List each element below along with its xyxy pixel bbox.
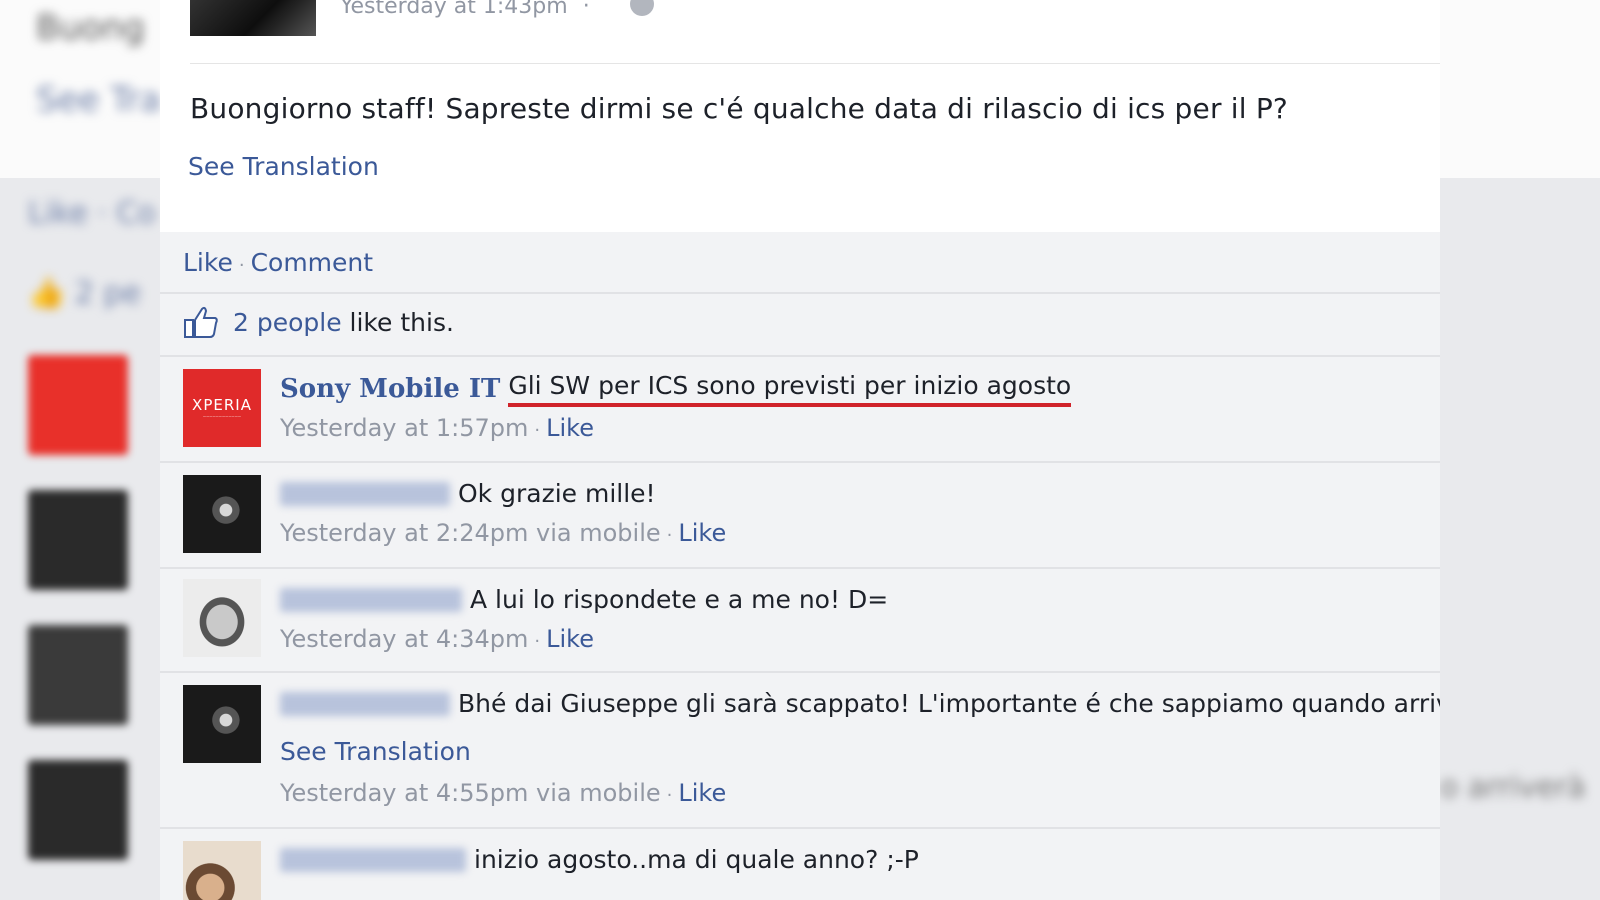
bg-blur-text: o arriverà <box>1440 770 1586 805</box>
post-actions: Like · Comment <box>183 248 373 277</box>
comment-meta: Yesterday at 4:55pm via mobile · Like <box>280 779 726 807</box>
like-link[interactable]: Like <box>183 248 233 277</box>
likes-summary: 2 people like this. <box>183 305 454 339</box>
comment-text: A lui lo rispondete e a me no! D= <box>470 585 889 614</box>
separator-dot: · <box>534 631 541 652</box>
comment-like-link[interactable]: Like <box>546 625 594 653</box>
comment-line: Ok grazie mille! <box>280 479 656 508</box>
comment-meta: Yesterday at 2:24pm via mobile · Like <box>280 519 726 547</box>
comment-text: Bhé dai Giuseppe gli sarà scappato! L'im… <box>458 689 1440 718</box>
xperia-logo-text: XPERIA <box>192 396 252 414</box>
comment-line: Sony Mobile IT Gli SW per ICS sono previ… <box>280 371 1072 407</box>
blurred-author-name[interactable] <box>280 481 450 506</box>
bg-avatar <box>28 490 128 590</box>
comment-text: Ok grazie mille! <box>458 479 656 508</box>
comment-meta: Yesterday at 4:34pm · Like <box>280 625 594 653</box>
comment-author-link[interactable]: Sony Mobile IT <box>280 374 500 404</box>
comment-line: Bhé dai Giuseppe gli sarà scappato! L'im… <box>280 689 1440 718</box>
comment-like-link[interactable]: Like <box>678 519 726 547</box>
comment-timestamp[interactable]: Yesterday at 4:34pm <box>280 625 528 653</box>
blurred-author-name[interactable] <box>280 847 466 872</box>
see-translation-link[interactable]: See Translation <box>280 737 471 766</box>
post-text: Buongiorno staff! Sapreste dirmi se c'é … <box>190 92 1288 125</box>
comment-text: inizio agosto..ma di quale anno? ;-P <box>474 845 919 874</box>
separator-dot: · <box>666 785 673 806</box>
globe-icon <box>630 0 654 16</box>
comment-like-link[interactable]: Like <box>546 414 594 442</box>
bg-avatar <box>28 760 128 860</box>
motorcycle-avatar[interactable] <box>183 685 261 763</box>
comment-link[interactable]: Comment <box>251 248 374 277</box>
post-timestamp[interactable]: Yesterday at 1:43pm · <box>340 0 598 19</box>
comment-timestamp[interactable]: Yesterday at 4:55pm via mobile <box>280 779 661 807</box>
xperia-logo-subtext: ‒‒‒‒‒‒‒‒‒‒‒‒ <box>202 414 242 420</box>
post-body: Yesterday at 1:43pm · Buongiorno staff! … <box>160 0 1440 232</box>
post-card: Yesterday at 1:43pm · Buongiorno staff! … <box>160 0 1440 900</box>
separator-dot: · <box>534 420 541 441</box>
comment-item: XPERIA ‒‒‒‒‒‒‒‒‒‒‒‒ Sony Mobile IT Gli S… <box>160 355 1440 461</box>
comment-text: Gli SW per ICS sono previsti per inizio … <box>508 371 1072 407</box>
bg-blur-text: See Tra <box>36 80 161 120</box>
separator-dot: · <box>238 255 245 276</box>
comment-meta: Yesterday at 1:57pm · Like <box>280 414 594 442</box>
divider <box>160 292 1440 294</box>
comment-line: A lui lo rispondete e a me no! D= <box>280 585 888 614</box>
comment-timestamp[interactable]: Yesterday at 2:24pm via mobile <box>280 519 661 547</box>
blurred-author-name[interactable] <box>280 691 450 716</box>
thumbs-up-icon <box>184 306 218 338</box>
couple-avatar[interactable] <box>183 841 261 900</box>
comment-like-link[interactable]: Like <box>678 779 726 807</box>
divider <box>190 63 1440 64</box>
comment-timestamp[interactable]: Yesterday at 1:57pm <box>280 414 528 442</box>
xperia-avatar[interactable]: XPERIA ‒‒‒‒‒‒‒‒‒‒‒‒ <box>183 369 261 447</box>
bg-blur-text: Like · Co <box>28 196 156 231</box>
bg-avatar <box>28 625 128 725</box>
comment-item: A lui lo rispondete e a me no! D= Yester… <box>160 567 1440 671</box>
blurred-author-name[interactable] <box>280 587 462 612</box>
comment-item: inizio agosto..ma di quale anno? ;-P <box>160 827 1440 900</box>
motorcycle-avatar[interactable] <box>183 475 261 553</box>
author-avatar[interactable] <box>190 0 316 36</box>
person-avatar[interactable] <box>183 579 261 657</box>
comment-line: inizio agosto..ma di quale anno? ;-P <box>280 845 919 874</box>
bg-blur-text: 👍 2 pe <box>28 276 142 311</box>
separator-dot: · <box>666 525 673 546</box>
comment-item: Bhé dai Giuseppe gli sarà scappato! L'im… <box>160 671 1440 827</box>
comment-item: Ok grazie mille! Yesterday at 2:24pm via… <box>160 461 1440 567</box>
likes-suffix: like this. <box>341 307 454 337</box>
bg-avatar <box>28 355 128 455</box>
likers-link[interactable]: 2 people <box>233 308 342 337</box>
see-translation-link[interactable]: See Translation <box>188 152 379 181</box>
bg-blur-text: Buong <box>36 8 145 48</box>
